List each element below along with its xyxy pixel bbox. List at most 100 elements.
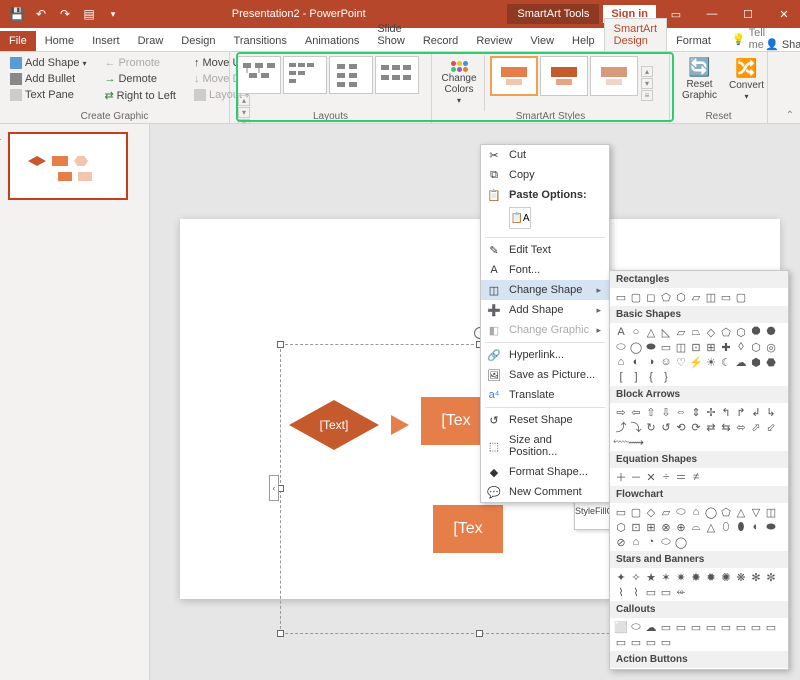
fc-23[interactable]: ⊘ bbox=[614, 535, 628, 549]
fc-14[interactable]: ⊞ bbox=[644, 520, 658, 534]
ctx-edit-text[interactable]: ✎Edit Text bbox=[481, 240, 609, 260]
shape-hept[interactable]: ⯃ bbox=[749, 325, 763, 339]
shape-rect[interactable]: ▭ bbox=[614, 290, 628, 304]
redo-icon[interactable]: ↷ bbox=[54, 3, 76, 25]
arrow-b4[interactable]: ↳ bbox=[764, 405, 778, 419]
co-15[interactable]: ▭ bbox=[659, 635, 673, 649]
arrow-r[interactable]: ⇨ bbox=[614, 405, 628, 419]
co-6[interactable]: ▭ bbox=[689, 620, 703, 634]
eq-div[interactable]: ÷ bbox=[659, 470, 673, 484]
shape-c5[interactable]: ♡ bbox=[674, 355, 688, 369]
bn-3[interactable]: ▭ bbox=[644, 585, 658, 599]
co-10[interactable]: ▭ bbox=[749, 620, 763, 634]
start-slideshow-icon[interactable]: ▤ bbox=[78, 3, 100, 25]
shape-pent[interactable]: ⬠ bbox=[719, 325, 733, 339]
shape-b3[interactable]: ⬬ bbox=[644, 340, 658, 354]
fc-7[interactable]: ◯ bbox=[704, 505, 718, 519]
maximize-icon[interactable]: ☐ bbox=[732, 2, 764, 26]
arrow-c5[interactable]: ⟲ bbox=[674, 420, 688, 434]
ctx-change-shape[interactable]: ◫Change Shape▸ bbox=[481, 280, 609, 300]
add-bullet-button[interactable]: Add Bullet bbox=[6, 71, 90, 87]
arrow-q[interactable]: ✢ bbox=[704, 405, 718, 419]
reset-graphic-button[interactable]: 🔄Reset Graphic bbox=[676, 55, 723, 103]
fc-26[interactable]: ⬭ bbox=[659, 535, 673, 549]
shape-b10[interactable]: ⬡ bbox=[749, 340, 763, 354]
shape-rect9[interactable]: ▢ bbox=[734, 290, 748, 304]
tab-smartart-design[interactable]: SmartArt Design bbox=[604, 18, 667, 51]
shape-c2[interactable]: ◐ bbox=[629, 355, 643, 369]
tab-transitions[interactable]: Transitions bbox=[225, 31, 296, 51]
shape-c6[interactable]: ⚡ bbox=[689, 355, 703, 369]
fc-9[interactable]: △ bbox=[734, 505, 748, 519]
eq-mult[interactable]: ✕ bbox=[644, 470, 658, 484]
arrow-c2[interactable]: ⤵ bbox=[629, 420, 643, 434]
shape-snip-rect[interactable]: ◻ bbox=[644, 290, 658, 304]
shape-text[interactable]: A bbox=[614, 325, 628, 339]
fc-21[interactable]: ◐ bbox=[749, 520, 763, 534]
arrow-c11[interactable]: ⬃ bbox=[764, 420, 778, 434]
arrow-d1[interactable]: ⬳ bbox=[614, 435, 628, 449]
shape-br2[interactable]: ] bbox=[629, 370, 643, 384]
shape-c7[interactable]: ☀ bbox=[704, 355, 718, 369]
shape-b7[interactable]: ⊞ bbox=[704, 340, 718, 354]
shape-br4[interactable]: } bbox=[659, 370, 673, 384]
co-1[interactable]: ⬜ bbox=[614, 620, 628, 634]
co-4[interactable]: ▭ bbox=[659, 620, 673, 634]
arrow-c4[interactable]: ↺ bbox=[659, 420, 673, 434]
ctx-cut[interactable]: ✂Cut bbox=[481, 145, 609, 165]
arrow-b1[interactable]: ↰ bbox=[719, 405, 733, 419]
shape-br1[interactable]: [ bbox=[614, 370, 628, 384]
shape-dia[interactable]: ◇ bbox=[704, 325, 718, 339]
right-to-left-button[interactable]: ⇄Right to Left bbox=[100, 87, 180, 104]
ctx-add-shape[interactable]: ➕Add Shape▸ bbox=[481, 300, 609, 320]
shape-rect8[interactable]: ▭ bbox=[719, 290, 733, 304]
st-8[interactable]: ✺ bbox=[719, 570, 733, 584]
st-2[interactable]: ✧ bbox=[629, 570, 643, 584]
fc-15[interactable]: ⊗ bbox=[659, 520, 673, 534]
collapse-ribbon-icon[interactable]: ⌃ bbox=[786, 110, 794, 121]
co-2[interactable]: ⬭ bbox=[629, 620, 643, 634]
fc-6[interactable]: ⌂ bbox=[689, 505, 703, 519]
ctx-format-shape[interactable]: ◆Format Shape... bbox=[481, 462, 609, 482]
co-5[interactable]: ▭ bbox=[674, 620, 688, 634]
share-button[interactable]: 👤Share bbox=[765, 38, 800, 51]
co-12[interactable]: ▭ bbox=[614, 635, 628, 649]
close-icon[interactable]: ✕ bbox=[768, 2, 800, 26]
tab-draw[interactable]: Draw bbox=[129, 31, 173, 51]
fc-12[interactable]: ⬡ bbox=[614, 520, 628, 534]
shape-c1[interactable]: ⌂ bbox=[614, 355, 628, 369]
ctx-reset-shape[interactable]: ↺Reset Shape bbox=[481, 410, 609, 430]
fc-4[interactable]: ▱ bbox=[659, 505, 673, 519]
fc-3[interactable]: ◇ bbox=[644, 505, 658, 519]
shape-c10[interactable]: ⬢ bbox=[749, 355, 763, 369]
shape-b1[interactable]: ⬭ bbox=[614, 340, 628, 354]
fc-25[interactable]: ◔ bbox=[644, 535, 658, 549]
arrow-c10[interactable]: ⬀ bbox=[749, 420, 763, 434]
tab-record[interactable]: Record bbox=[414, 31, 467, 51]
fc-22[interactable]: ⬬ bbox=[764, 520, 778, 534]
eq-plus[interactable]: ＋ bbox=[614, 470, 628, 484]
shape-c9[interactable]: ☁ bbox=[734, 355, 748, 369]
ctx-new-comment[interactable]: 💬New Comment bbox=[481, 482, 609, 502]
shape-c4[interactable]: ☺ bbox=[659, 355, 673, 369]
co-8[interactable]: ▭ bbox=[719, 620, 733, 634]
shape-rect4[interactable]: ⬠ bbox=[659, 290, 673, 304]
fc-24[interactable]: ⌂ bbox=[629, 535, 643, 549]
paste-option-text[interactable]: 📋A bbox=[509, 207, 531, 229]
tab-view[interactable]: View bbox=[521, 31, 563, 51]
bn-4[interactable]: ▭ bbox=[659, 585, 673, 599]
fc-27[interactable]: ◯ bbox=[674, 535, 688, 549]
st-6[interactable]: ✸ bbox=[689, 570, 703, 584]
st-9[interactable]: ❋ bbox=[734, 570, 748, 584]
shape-hex[interactable]: ⬡ bbox=[734, 325, 748, 339]
shape-c3[interactable]: ◑ bbox=[644, 355, 658, 369]
co-14[interactable]: ▭ bbox=[644, 635, 658, 649]
save-icon[interactable]: 💾 bbox=[6, 3, 28, 25]
shape-oval[interactable]: ○ bbox=[629, 325, 643, 339]
arrow-c1[interactable]: ⤴ bbox=[614, 420, 628, 434]
shape-rounded-rect[interactable]: ▢ bbox=[629, 290, 643, 304]
undo-icon[interactable]: ↶ bbox=[30, 3, 52, 25]
add-shape-button[interactable]: Add Shape ▾ bbox=[6, 55, 90, 71]
tab-help[interactable]: Help bbox=[563, 31, 604, 51]
shape-tri[interactable]: △ bbox=[644, 325, 658, 339]
